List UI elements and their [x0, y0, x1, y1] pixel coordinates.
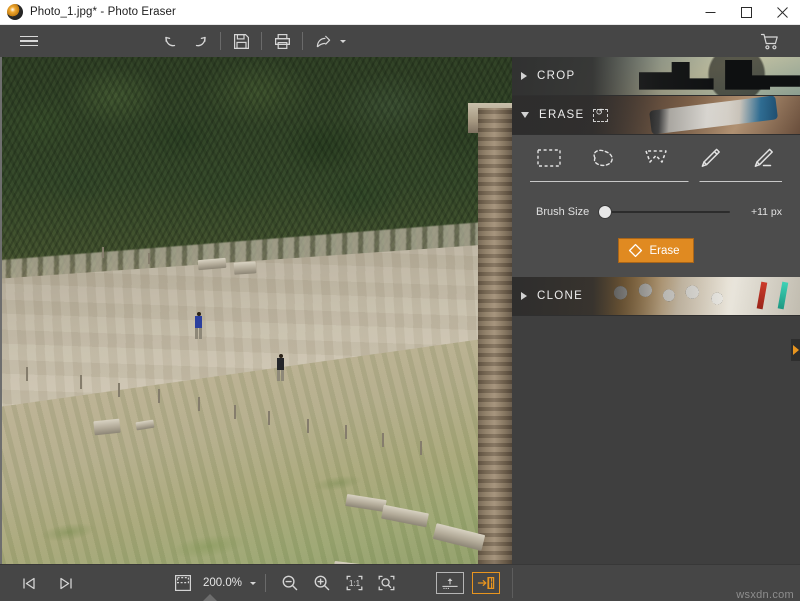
save-icon[interactable] — [226, 26, 256, 56]
photo-person — [195, 312, 202, 339]
section-header-crop[interactable]: CROP — [512, 57, 800, 96]
photo-stone-block — [93, 419, 120, 436]
clone-section-title: CLONE — [537, 290, 583, 302]
canvas-scroll-caret-icon[interactable] — [203, 594, 217, 601]
first-image-icon[interactable] — [14, 569, 44, 597]
zoom-dropdown-caret-icon[interactable] — [250, 582, 256, 585]
brush-slider-track — [599, 211, 730, 213]
redo-icon[interactable] — [185, 26, 215, 56]
selection-toggle-icon[interactable] — [168, 569, 198, 597]
image-navigation-group — [14, 569, 80, 597]
triangle-right-icon[interactable] — [521, 72, 527, 80]
minimize-icon[interactable] — [692, 0, 728, 24]
tool-rect-select[interactable] — [527, 138, 571, 178]
erase-tool-selection-indicator — [530, 181, 782, 191]
tool-unbrush[interactable] — [741, 138, 785, 178]
main-toolbar — [0, 25, 800, 57]
view-toggle-group — [436, 572, 500, 594]
photo-fence-post — [198, 397, 200, 411]
photo-fence-post — [382, 433, 384, 447]
brush-size-label: Brush Size — [536, 206, 589, 218]
brush-size-row: Brush Size +11 px — [512, 191, 800, 231]
hamburger-menu-icon[interactable] — [14, 26, 44, 56]
photo-stone-column — [478, 108, 512, 564]
erase-button[interactable]: Erase — [618, 238, 693, 263]
photo-fence-post — [26, 367, 28, 381]
erase-section-body: Brush Size +11 px Erase — [512, 135, 800, 277]
photo-fence-post — [158, 389, 160, 403]
panel-empty-area — [512, 316, 800, 564]
status-bar: 200.0% — [0, 564, 800, 601]
eraser-icon — [628, 243, 643, 258]
panel-collapse-button[interactable] — [791, 339, 800, 361]
photo-fence-post — [345, 425, 347, 439]
erase-tool-row — [512, 135, 800, 181]
maximize-icon[interactable] — [728, 0, 764, 24]
photo-person — [277, 354, 284, 381]
erase-reset-icon[interactable] — [593, 109, 608, 122]
actual-size-icon[interactable]: 1:1 — [339, 569, 369, 597]
zoom-out-icon[interactable] — [275, 569, 305, 597]
tools-panel: CROP ERASE — [512, 57, 800, 564]
next-image-icon[interactable] — [50, 569, 80, 597]
status-separator — [265, 574, 266, 592]
crop-section-title: CROP — [537, 70, 575, 82]
photo-fence-post — [420, 441, 422, 455]
fit-to-screen-icon[interactable] — [371, 569, 401, 597]
brush-size-value: +11 px — [742, 206, 782, 218]
print-icon[interactable] — [267, 26, 297, 56]
window-controls — [692, 0, 800, 24]
brush-slider-thumb[interactable] — [599, 206, 611, 218]
tool-lasso-select[interactable] — [580, 138, 624, 178]
window-title: Photo_1.jpg* - Photo Eraser — [30, 6, 176, 18]
brush-size-slider[interactable] — [599, 205, 730, 219]
workspace: CROP ERASE — [0, 57, 800, 564]
tool-brush[interactable] — [688, 138, 732, 178]
zoom-in-icon[interactable] — [307, 569, 337, 597]
section-header-erase[interactable]: ERASE — [512, 96, 800, 135]
before-after-toggle[interactable] — [436, 572, 464, 594]
share-dropdown-caret-icon[interactable] — [340, 40, 346, 43]
image-canvas[interactable] — [0, 57, 512, 564]
photo-eraser-logo-icon — [7, 4, 23, 20]
erase-button-label: Erase — [649, 245, 679, 257]
zoom-controls-group: 200.0% — [168, 569, 401, 597]
toolbar-center-group — [155, 26, 800, 56]
photo-fence-post — [102, 247, 104, 258]
section-header-clone[interactable]: CLONE — [512, 277, 800, 316]
close-icon[interactable] — [764, 0, 800, 24]
erase-button-row: Erase — [512, 231, 800, 277]
cart-icon[interactable] — [754, 26, 784, 56]
svg-text:1:1: 1:1 — [348, 579, 360, 588]
tool-polygon-select[interactable] — [634, 138, 678, 178]
selected-tool-notch-icon — [688, 176, 700, 182]
share-icon[interactable] — [308, 26, 338, 56]
toolbar-left-group — [0, 26, 155, 56]
crop-section-label-group: CROP — [512, 70, 575, 82]
photo-fence-post — [307, 419, 309, 433]
triangle-down-icon[interactable] — [521, 112, 529, 118]
title-bar: Photo_1.jpg* - Photo Eraser — [0, 0, 800, 25]
toolbar-separator — [220, 32, 221, 50]
erase-section-label-group: ERASE — [512, 109, 608, 122]
collapse-arrow-icon — [793, 345, 799, 355]
photo-fence-post — [118, 383, 120, 397]
photo-content — [2, 57, 512, 564]
photo-stone-block — [234, 261, 257, 275]
photo-fence-post — [268, 411, 270, 425]
erase-section-title: ERASE — [539, 109, 585, 121]
toolbar-separator-3 — [302, 32, 303, 50]
zoom-level-value: 200.0% — [203, 577, 242, 589]
photo-fence-post — [80, 375, 82, 389]
toolbar-separator-2 — [261, 32, 262, 50]
watermark: wsxdn.com — [736, 589, 794, 601]
photo-eraser-window: Photo_1.jpg* - Photo Eraser — [0, 0, 800, 601]
clone-section-label-group: CLONE — [512, 290, 583, 302]
photo-fence-post — [148, 253, 150, 264]
photo-fence-post — [234, 405, 236, 419]
status-bar-divider — [512, 568, 513, 598]
undo-icon[interactable] — [155, 26, 185, 56]
triangle-right-icon[interactable] — [521, 292, 527, 300]
side-panel-toggle[interactable] — [472, 572, 500, 594]
